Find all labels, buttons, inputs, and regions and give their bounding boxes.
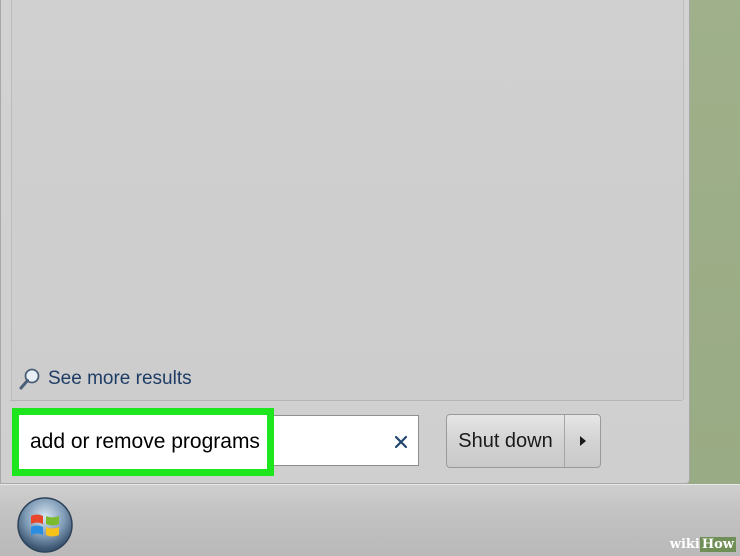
watermark-wiki: wiki: [669, 537, 700, 552]
windows-logo-icon[interactable]: [16, 496, 74, 554]
shutdown-button[interactable]: Shut down: [447, 415, 565, 467]
search-icon: [19, 368, 40, 390]
divider: [10, 400, 682, 401]
triangle-right-icon: [579, 436, 586, 446]
search-input-text-area[interactable]: add or remove programs: [19, 415, 267, 469]
close-icon-glyph: [394, 435, 408, 449]
see-more-results-label: See more results: [48, 368, 192, 389]
watermark-how: How: [699, 537, 736, 552]
shutdown-options-button[interactable]: [565, 415, 600, 467]
search-input-value: add or remove programs: [30, 430, 260, 453]
shutdown-button-group: Shut down: [446, 414, 601, 468]
see-more-results-link[interactable]: See more results: [18, 366, 192, 392]
search-highlight: add or remove programs: [12, 408, 274, 476]
wikihow-watermark: wiki How: [670, 537, 736, 552]
taskbar: [0, 484, 740, 556]
close-icon[interactable]: [390, 430, 412, 454]
search-results-area: [11, 0, 684, 400]
